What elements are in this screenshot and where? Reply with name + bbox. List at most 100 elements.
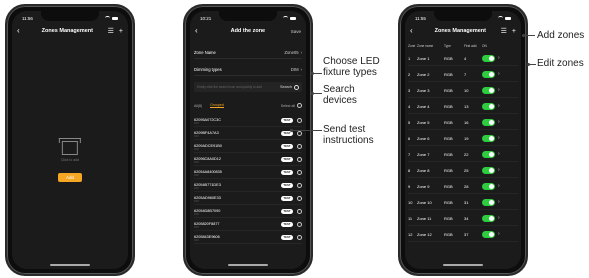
chevron-right-icon[interactable]: ›	[498, 135, 500, 141]
plus-icon[interactable]: +	[512, 28, 516, 35]
filter-list-icon[interactable]: ☰	[108, 27, 114, 35]
zone-on-toggle[interactable]	[482, 70, 495, 78]
zone-on-toggle[interactable]	[482, 54, 495, 62]
table-row[interactable]: 10 Zone 10 RGB 31 ›	[408, 195, 518, 210]
zone-on-toggle[interactable]	[482, 118, 495, 126]
battery-icon	[505, 16, 511, 20]
zone-name: Zone 2	[417, 71, 430, 77]
device-row[interactable]: 6205AD960E33 DIM TEST	[194, 192, 302, 205]
device-select-radio[interactable]	[297, 182, 302, 188]
device-row[interactable]: 62054A8400835 DIM TEST	[194, 166, 302, 179]
table-row[interactable]: 4 Zone 4 RGB 13 ›	[408, 99, 518, 114]
test-button[interactable]: TEST	[281, 169, 293, 175]
zone-type: RGB	[444, 167, 453, 173]
test-button[interactable]: TEST	[281, 156, 293, 162]
test-button[interactable]: TEST	[281, 182, 293, 188]
test-button[interactable]: TEST	[281, 234, 293, 240]
table-row[interactable]: 11 Zone 11 RGB 34 ›	[408, 211, 518, 226]
test-button[interactable]: TEST	[281, 195, 293, 201]
back-chevron-icon[interactable]: ‹	[410, 27, 420, 35]
chevron-right-icon[interactable]: ›	[498, 119, 500, 125]
select-all-radio[interactable]	[297, 103, 302, 108]
zone-on-toggle[interactable]	[482, 134, 495, 142]
zone-on-toggle[interactable]	[482, 214, 495, 222]
callout-send-test: Send test instructions	[323, 124, 374, 146]
add-button[interactable]: Add	[58, 173, 82, 182]
device-row[interactable]: 62095A072C3C DIM TEST	[194, 114, 302, 127]
chevron-right-icon[interactable]: ›	[498, 71, 500, 77]
phone-add-zone: 10:21 ‹ Add the zone Save Zone Name Zone…	[183, 4, 313, 276]
device-row[interactable]: 6205843E9606 DIM TEST	[194, 231, 302, 244]
zone-type: RGB	[444, 231, 453, 237]
zone-on-toggle[interactable]	[482, 102, 495, 110]
test-button[interactable]: TEST	[281, 143, 293, 149]
zone-on-toggle[interactable]	[482, 230, 495, 238]
table-row[interactable]: 7 Zone 7 RGB 22 ›	[408, 147, 518, 162]
dimming-types-row[interactable]: Dimming types DIM ›	[194, 63, 302, 76]
device-select-radio[interactable]	[297, 208, 302, 214]
tab-grouped[interactable]: Grouped	[210, 103, 224, 108]
device-row[interactable]: 6209BF4A7A3 DIM TEST	[194, 127, 302, 140]
zone-name: Zone 7	[417, 151, 430, 157]
device-row[interactable]: 62054B771DE3 DIM TEST	[194, 179, 302, 192]
zone-on-toggle[interactable]	[482, 150, 495, 158]
zone-on-toggle[interactable]	[482, 198, 495, 206]
zone-first-address: 28	[464, 183, 469, 189]
table-row[interactable]: 3 Zone 3 RGB 10 ›	[408, 83, 518, 98]
zone-number: 9	[408, 183, 411, 189]
back-chevron-icon[interactable]: ‹	[195, 27, 205, 35]
chevron-right-icon[interactable]: ›	[498, 103, 500, 109]
select-all-label: Select all	[280, 103, 295, 108]
device-row[interactable]: 62054D8B7090 DIM TEST	[194, 205, 302, 218]
test-button[interactable]: TEST	[281, 208, 293, 214]
device-select-radio[interactable]	[297, 234, 302, 240]
table-row[interactable]: 5 Zone 5 RGB 16 ›	[408, 115, 518, 130]
chevron-right-icon[interactable]: ›	[498, 167, 500, 173]
zone-number: 11	[408, 215, 413, 221]
chevron-right-icon[interactable]: ›	[498, 183, 500, 189]
table-row[interactable]: 12 Zone 12 RGB 37 ›	[408, 227, 518, 242]
device-select-radio[interactable]	[297, 117, 302, 123]
tab-all[interactable]: All(8)	[194, 104, 202, 108]
col-on: ON	[482, 44, 487, 48]
filter-list-icon[interactable]: ☰	[501, 27, 507, 35]
device-row[interactable]: 62096C8A0D12 DIM TEST	[194, 153, 302, 166]
empty-text: Click to add	[60, 158, 80, 162]
device-select-radio[interactable]	[297, 221, 302, 227]
zone-on-toggle[interactable]	[482, 182, 495, 190]
zone-on-toggle[interactable]	[482, 166, 495, 174]
table-row[interactable]: 2 Zone 2 RGB 7 ›	[408, 67, 518, 82]
chevron-right-icon[interactable]: ›	[498, 87, 500, 93]
device-row[interactable]: 6205820F8877 DIM TEST	[194, 218, 302, 231]
chevron-right-icon[interactable]: ›	[498, 55, 500, 61]
chevron-right-icon[interactable]: ›	[498, 151, 500, 157]
zone-on-toggle[interactable]	[482, 86, 495, 94]
table-row[interactable]: 1 Zone 1 RGB 4 ›	[408, 51, 518, 66]
zone-number: 8	[408, 167, 411, 173]
device-row[interactable]: 6209ADCE91B0 DIM TEST	[194, 140, 302, 153]
screen: 10:21 ‹ Add the zone Save Zone Name Zone…	[190, 11, 306, 269]
chevron-right-icon[interactable]: ›	[498, 231, 500, 237]
save-button[interactable]: Save	[291, 29, 301, 34]
back-chevron-icon[interactable]: ‹	[17, 27, 27, 35]
test-button[interactable]: TEST	[281, 221, 293, 227]
zone-name-row[interactable]: Zone Name Zone05 ›	[194, 46, 302, 59]
search-row[interactable]: Kindly click the search icon and quickly…	[194, 82, 302, 92]
device-sub: DIM	[194, 200, 199, 203]
col-zone: Zone	[408, 44, 416, 48]
device-select-radio[interactable]	[297, 169, 302, 175]
table-row[interactable]: 9 Zone 9 RGB 28 ›	[408, 179, 518, 194]
test-button[interactable]: TEST	[281, 117, 293, 123]
chevron-right-icon[interactable]: ›	[498, 199, 500, 205]
device-select-radio[interactable]	[297, 130, 302, 136]
search-icon[interactable]	[294, 84, 299, 90]
table-row[interactable]: 6 Zone 6 RGB 19 ›	[408, 131, 518, 146]
device-select-radio[interactable]	[297, 143, 302, 149]
page-title: Add the zone	[230, 28, 266, 34]
device-select-radio[interactable]	[297, 195, 302, 201]
device-select-radio[interactable]	[297, 156, 302, 162]
dimming-label: Dimming types	[194, 66, 222, 72]
plus-icon[interactable]: +	[119, 28, 123, 35]
table-row[interactable]: 8 Zone 8 RGB 25 ›	[408, 163, 518, 178]
chevron-right-icon[interactable]: ›	[498, 215, 500, 221]
